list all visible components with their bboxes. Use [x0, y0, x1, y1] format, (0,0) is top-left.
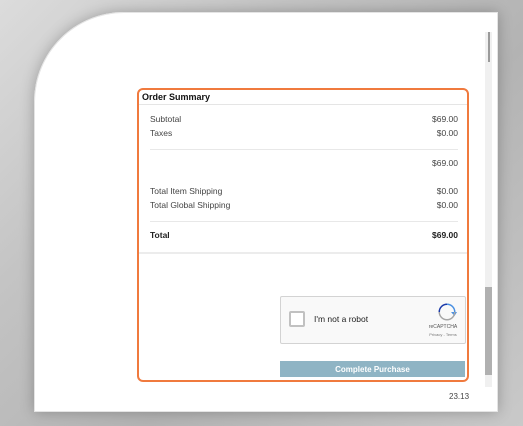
global-shipping-value: $0.00: [436, 200, 458, 210]
recaptcha-brand: reCAPTCHA: [428, 324, 458, 330]
version-label: 23.13: [449, 392, 470, 401]
subtotal-value: $69.00: [432, 114, 458, 124]
global-shipping-label: Total Global Shipping: [150, 200, 231, 210]
recaptcha-terms-link[interactable]: Privacy - Terms: [424, 332, 462, 337]
total-value: $69.00: [432, 230, 458, 240]
taxes-row: Taxes $0.00: [150, 126, 458, 140]
recaptcha-checkbox[interactable]: [289, 311, 305, 327]
recaptcha-logo-icon: [438, 303, 457, 321]
subtotal-label: Subtotal: [150, 114, 182, 124]
global-shipping-row: Total Global Shipping $0.00: [150, 198, 458, 212]
taxes-label: Taxes: [150, 128, 173, 138]
order-summary-title: Order Summary: [139, 90, 467, 105]
order-summary-panel: Order Summary Subtotal $69.00 Taxes $0.0…: [137, 88, 469, 382]
item-shipping-label: Total Item Shipping: [150, 186, 223, 196]
section-divider: [139, 252, 467, 254]
scrollbar-thumb[interactable]: [485, 287, 492, 375]
taxes-value: $0.00: [436, 128, 458, 138]
divider: [150, 221, 458, 222]
intermediate-total-row: $69.00: [150, 156, 458, 170]
page-card: Order Summary Subtotal $69.00 Taxes $0.0…: [34, 12, 498, 412]
complete-purchase-button[interactable]: Complete Purchase: [280, 361, 465, 377]
recaptcha-label: I'm not a robot: [314, 314, 369, 324]
divider: [150, 149, 458, 150]
scrollbar-marker: [488, 32, 490, 62]
recaptcha-widget: I'm not a robot reCAPTCHA Privacy - Term…: [280, 296, 466, 344]
total-label: Total: [150, 230, 170, 240]
total-row: Total $69.00: [150, 228, 458, 242]
item-shipping-value: $0.00: [436, 186, 458, 196]
intermediate-total-value: $69.00: [432, 158, 458, 168]
item-shipping-row: Total Item Shipping $0.00: [150, 184, 458, 198]
subtotal-row: Subtotal $69.00: [150, 112, 458, 126]
